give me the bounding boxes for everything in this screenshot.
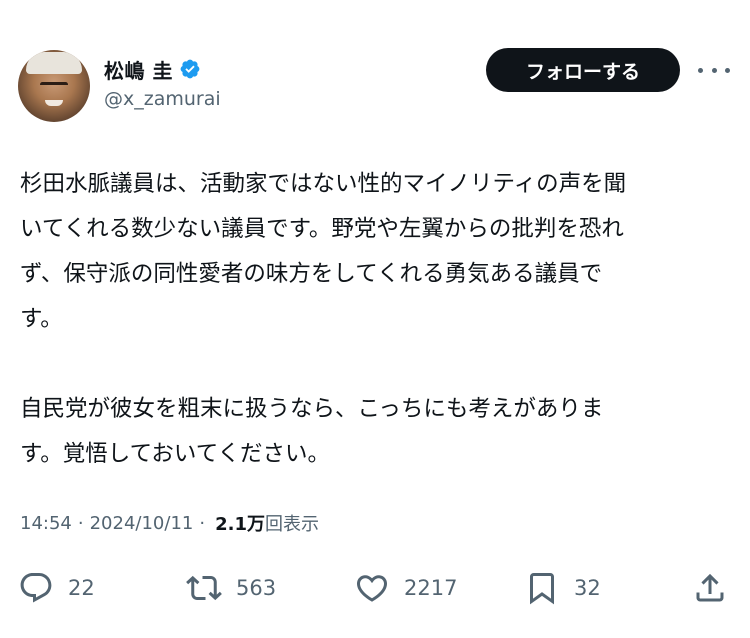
retweet-button[interactable]: 563 bbox=[186, 566, 276, 610]
more-dot bbox=[698, 67, 703, 73]
views-label: 回表示 bbox=[264, 514, 319, 535]
more-dot bbox=[711, 67, 717, 73]
like-count: 2217 bbox=[404, 576, 458, 600]
tweet-text: 杉田水脈議員は、活動家ではない性的マイノリティの声を聞 いてくれる数少ない議員で… bbox=[20, 171, 627, 467]
meta-separator: · bbox=[77, 512, 84, 534]
avatar-eyes bbox=[40, 82, 68, 87]
views-count: 2.1万 bbox=[215, 514, 265, 535]
tweet-time[interactable]: 14:54 bbox=[20, 513, 72, 534]
tweet-header: 松嶋 圭 @x_zamurai フォローする bbox=[18, 46, 732, 126]
display-name-row: 松嶋 圭 bbox=[104, 55, 221, 84]
author-names: 松嶋 圭 @x_zamurai bbox=[104, 55, 221, 111]
reply-icon bbox=[20, 573, 52, 603]
avatar-mouth bbox=[45, 100, 63, 106]
retweet-icon bbox=[186, 575, 222, 601]
meta-separator: · bbox=[199, 512, 206, 534]
follow-button[interactable]: フォローする bbox=[486, 48, 680, 92]
more-icon[interactable] bbox=[698, 62, 730, 78]
share-icon bbox=[696, 573, 724, 602]
share-button[interactable] bbox=[692, 566, 728, 610]
more-dot bbox=[725, 67, 730, 73]
author-handle[interactable]: @x_zamurai bbox=[104, 88, 221, 110]
like-icon bbox=[356, 575, 388, 602]
reply-count: 22 bbox=[68, 576, 95, 600]
like-button[interactable]: 2217 bbox=[354, 566, 457, 610]
bookmark-count: 32 bbox=[574, 576, 601, 600]
reply-button[interactable]: 22 bbox=[18, 566, 95, 610]
action-bar: 22 563 2217 32 bbox=[18, 566, 730, 610]
bookmark-button[interactable]: 32 bbox=[524, 566, 601, 610]
display-name[interactable]: 松嶋 圭 bbox=[104, 55, 173, 84]
avatar-hat bbox=[26, 52, 82, 74]
bookmark-icon bbox=[530, 573, 554, 605]
avatar[interactable] bbox=[18, 50, 90, 122]
tweet-meta: 14:54 · 2024/10/11 · 2.1万 回表示 bbox=[20, 510, 319, 536]
verified-badge-icon bbox=[180, 59, 200, 79]
tweet-date[interactable]: 2024/10/11 bbox=[90, 513, 194, 534]
retweet-count: 563 bbox=[236, 576, 277, 600]
